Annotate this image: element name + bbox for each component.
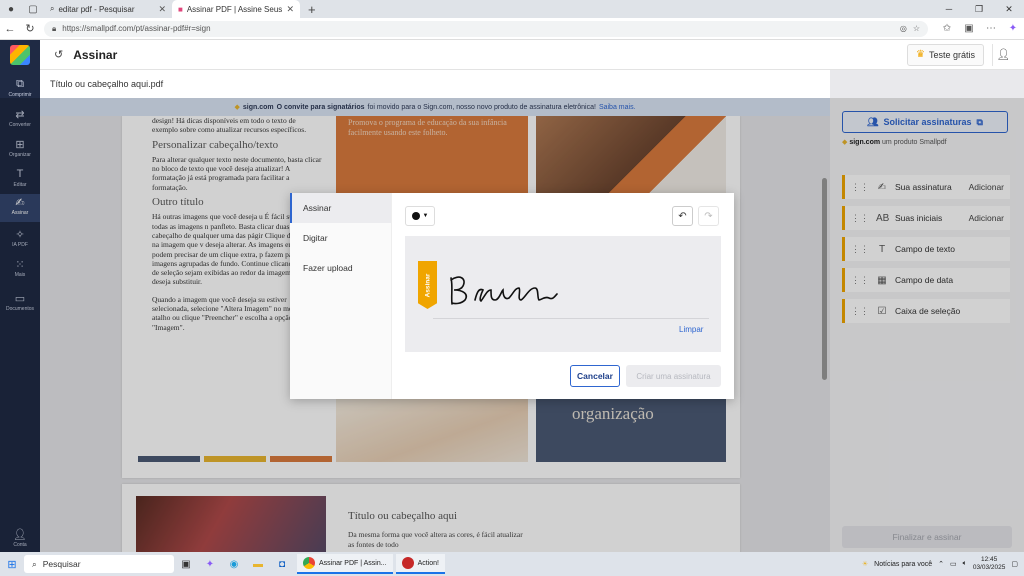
chevron-up-icon[interactable]: ⌃ — [938, 560, 944, 568]
browser-tab-bar: ● ▢ ⌕ editar pdf - Pesquisar ✕ ■ Assinar… — [0, 0, 1024, 18]
news-label[interactable]: Notícias para você — [874, 561, 932, 568]
copilot-taskbar-icon[interactable]: ✦ — [198, 559, 222, 570]
create-signature-button[interactable]: Criar uma assinatura — [626, 365, 721, 387]
reader-icon[interactable]: ◎ — [900, 24, 907, 33]
tab-type[interactable]: Digitar — [290, 223, 391, 253]
file-explorer-icon[interactable]: ▬ — [246, 559, 270, 570]
outlook-icon[interactable]: ◘ — [270, 559, 294, 570]
weather-icon: ☀ — [861, 561, 869, 568]
browser-tab-smallpdf[interactable]: ■ Assinar PDF | Assine Seus PDFs c ✕ — [172, 0, 300, 18]
clear-button[interactable]: Limpar — [679, 325, 703, 334]
windows-start-icon[interactable]: ⊞ — [0, 558, 24, 571]
trial-button[interactable]: ♛ Teste grátis — [907, 43, 984, 66]
minimize-icon[interactable]: ─ — [934, 4, 964, 15]
cancel-button[interactable]: Cancelar — [570, 365, 620, 387]
network-icon[interactable]: ▭ — [950, 560, 957, 568]
file-name[interactable]: Título ou cabeçalho aqui.pdf — [50, 79, 163, 89]
user-icon[interactable]: 👤︎ — [992, 43, 1014, 66]
chevron-down-icon: ▼ — [422, 213, 429, 219]
app-header: ↺ Assinar ♛ Teste grátis 👤︎ — [0, 39, 1024, 70]
lock-icon: 🔒︎ — [52, 23, 57, 33]
search-icon: ⌕ — [32, 558, 37, 569]
clock-time: 12:45 — [980, 556, 998, 563]
browser-tab-search[interactable]: ⌕ editar pdf - Pesquisar ✕ — [44, 0, 172, 18]
search-icon: ⌕ — [50, 4, 55, 13]
taskbar-app-action[interactable]: Action! — [395, 554, 445, 574]
favorites-icon[interactable]: ✩ — [936, 23, 958, 34]
url-text: https://smallpdf.com/pt/assinar-pdf#r=si… — [62, 24, 211, 33]
signature-modal: Assinar Digitar Fazer upload ▼ ↶ ↷ Assin… — [290, 193, 734, 399]
tab-actions-icon[interactable]: ▢ — [22, 0, 44, 18]
tab-upload[interactable]: Fazer upload — [290, 253, 391, 283]
signature-baseline — [433, 318, 709, 319]
tab-draw[interactable]: Assinar — [290, 193, 391, 223]
refresh-icon[interactable]: ↻ — [20, 22, 40, 35]
more-icon[interactable]: ⋯ — [980, 23, 1002, 34]
redo-button[interactable]: ↷ — [698, 206, 719, 226]
volume-icon[interactable]: 🔈︎ — [963, 560, 967, 568]
tab-title: Assinar PDF | Assine Seus PDFs c — [186, 4, 283, 14]
crown-icon: ♛ — [916, 49, 925, 60]
search-placeholder: Pesquisar — [42, 559, 81, 569]
address-bar: ← ↻ 🔒︎ https://smallpdf.com/pt/assinar-p… — [0, 18, 1024, 40]
close-window-icon[interactable]: ✕ — [994, 4, 1024, 15]
clock-date: 03/03/2025 — [972, 564, 1006, 571]
undo-icon: ↶ — [678, 210, 687, 222]
taskbar-app-label: Assinar PDF | Assin... — [319, 559, 387, 567]
close-icon[interactable]: ✕ — [286, 4, 294, 15]
ink-color-picker[interactable]: ▼ — [405, 206, 435, 226]
taskbar-app-chrome[interactable]: Assinar PDF | Assin... — [297, 554, 393, 574]
smallpdf-icon: ■ — [178, 4, 183, 14]
new-tab-button[interactable]: + — [300, 2, 324, 17]
back-icon[interactable]: ← — [0, 23, 20, 35]
url-field[interactable]: 🔒︎ https://smallpdf.com/pt/assinar-pdf#r… — [44, 20, 928, 37]
file-name-bar: Título ou cabeçalho aqui.pdf — [40, 70, 830, 98]
copilot-icon[interactable]: ✦ — [1002, 23, 1024, 34]
signature-canvas[interactable]: Assinar Limpar — [405, 236, 721, 352]
edge-icon[interactable]: ◉ — [222, 559, 246, 570]
close-icon[interactable]: ✕ — [158, 4, 166, 15]
undo-button[interactable]: ↶ — [672, 206, 693, 226]
sign-here-tag: Assinar — [418, 261, 437, 309]
color-dot — [411, 212, 420, 220]
trial-label: Teste grátis — [928, 49, 975, 60]
clock[interactable]: 12:45 03/03/2025 — [973, 556, 1006, 572]
task-view-icon[interactable]: ▣ — [174, 559, 198, 570]
sidebar-item-compress[interactable]: ⧉ Comprimir — [0, 78, 40, 98]
action-icon — [401, 557, 414, 569]
window-controls: ─ ❐ ✕ — [934, 4, 1024, 15]
taskbar-app-label: Action! — [417, 559, 439, 567]
maximize-icon[interactable]: ❐ — [964, 4, 994, 15]
page-title: Assinar — [73, 47, 118, 62]
star-icon[interactable]: ☆ — [913, 24, 920, 33]
compress-icon: ⧉ — [16, 78, 24, 90]
sign-tag-label: Assinar — [424, 273, 432, 297]
notification-icon[interactable]: ▢ — [1011, 560, 1018, 568]
collections-icon[interactable]: ▣ — [958, 23, 980, 34]
smallpdf-logo[interactable] — [0, 39, 40, 70]
windows-taskbar: ⊞ ⌕ Pesquisar ▣ ✦ ◉ ▬ ◘ Assinar PDF | As… — [0, 552, 1024, 576]
drawn-signature — [450, 276, 558, 305]
signature-mode-tabs: Assinar Digitar Fazer upload — [290, 193, 392, 399]
back-arrow-icon[interactable]: ↺ — [54, 48, 63, 61]
chrome-icon — [303, 557, 315, 569]
profile-icon[interactable]: ● — [0, 0, 22, 18]
redo-icon: ↷ — [704, 210, 713, 222]
system-tray: ☀ Notícias para você ⌃ ▭ 🔈︎ 12:45 03/03/… — [862, 556, 1024, 572]
taskbar-search[interactable]: ⌕ Pesquisar — [24, 555, 174, 573]
tab-title: editar pdf - Pesquisar — [58, 4, 135, 14]
